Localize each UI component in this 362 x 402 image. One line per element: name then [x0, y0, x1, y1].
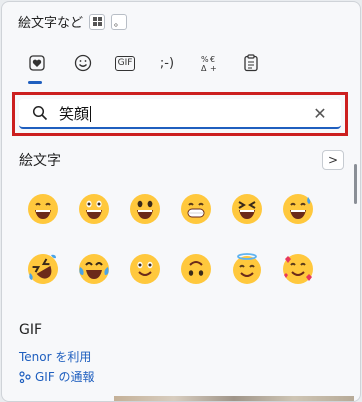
smiling-halo-emoji[interactable]: [228, 250, 266, 288]
text-caret: [90, 105, 92, 122]
search-icon: [31, 104, 49, 122]
small-button[interactable]: 。: [111, 13, 128, 30]
gif-section-title: GIF: [19, 322, 43, 338]
tab-kaomoji-face[interactable]: [68, 50, 98, 76]
titlebar: 絵文字など 。: [18, 12, 128, 31]
upside-down-face-emoji[interactable]: [177, 250, 215, 288]
tab-clipboard[interactable]: [236, 50, 266, 76]
share-icon: [19, 370, 31, 383]
tab-gif[interactable]: GIF: [110, 50, 140, 76]
emoji-grid: [24, 190, 330, 310]
scrollbar-thumb[interactable]: [354, 164, 357, 204]
svg-text:€: €: [210, 55, 215, 64]
gif-icon: GIF: [114, 55, 136, 71]
search-highlight-frame: 笑顔 ✕: [12, 92, 348, 136]
heart-emoji-icon: [29, 55, 45, 71]
grimacing-smile-emoji[interactable]: [177, 190, 215, 228]
grid-view-button[interactable]: [89, 13, 106, 30]
report-gif-label: GIF の通報: [35, 370, 95, 384]
kaomoji-icon: ;-): [159, 55, 175, 71]
svg-text:%: %: [201, 55, 209, 64]
tears-of-joy-emoji[interactable]: [75, 250, 113, 288]
search-input[interactable]: 笑顔 ✕: [19, 99, 341, 129]
clear-icon[interactable]: ✕: [311, 104, 329, 123]
squinting-face-emoji[interactable]: [228, 190, 266, 228]
beaming-face-emoji[interactable]: [126, 190, 164, 228]
chevron-right-icon: >: [327, 153, 339, 167]
symbols-icon: % € Δ +: [201, 55, 217, 72]
grinning-big-eyes-emoji[interactable]: [75, 190, 113, 228]
more-emoji-button[interactable]: >: [322, 150, 344, 170]
tab-symbols[interactable]: % € Δ +: [194, 50, 224, 76]
tab-emoji[interactable]: [22, 50, 52, 76]
report-gif-link[interactable]: GIF の通報: [19, 368, 95, 385]
emoji-section-title: 絵文字: [19, 153, 61, 169]
grid-icon: [92, 17, 102, 26]
clipboard-icon: [244, 54, 258, 72]
grinning-sweat-emoji[interactable]: [279, 190, 317, 228]
rolling-laughing-emoji[interactable]: [24, 250, 62, 288]
category-tabs: GIF ;-) % € Δ +: [18, 50, 348, 84]
svg-text:Δ: Δ: [201, 64, 207, 72]
tab-kaomoji[interactable]: ;-): [152, 50, 182, 76]
panel-title: 絵文字など: [18, 16, 84, 31]
active-tab-indicator: [28, 81, 42, 84]
svg-text:+: +: [210, 64, 217, 72]
smiling-hearts-emoji[interactable]: [279, 250, 317, 288]
search-value: 笑顔: [59, 104, 92, 123]
emoji-panel: 絵文字など 。 GIF ;-) % € Δ + 笑顔 ✕ 絵文字 > GIF T…: [1, 1, 361, 402]
tenor-link[interactable]: Tenor を利用: [19, 348, 91, 365]
slightly-smiling-emoji[interactable]: [126, 250, 164, 288]
grinning-face-emoji[interactable]: [24, 190, 62, 228]
gif-preview-strip[interactable]: [114, 396, 354, 401]
smiley-icon: [74, 54, 92, 72]
